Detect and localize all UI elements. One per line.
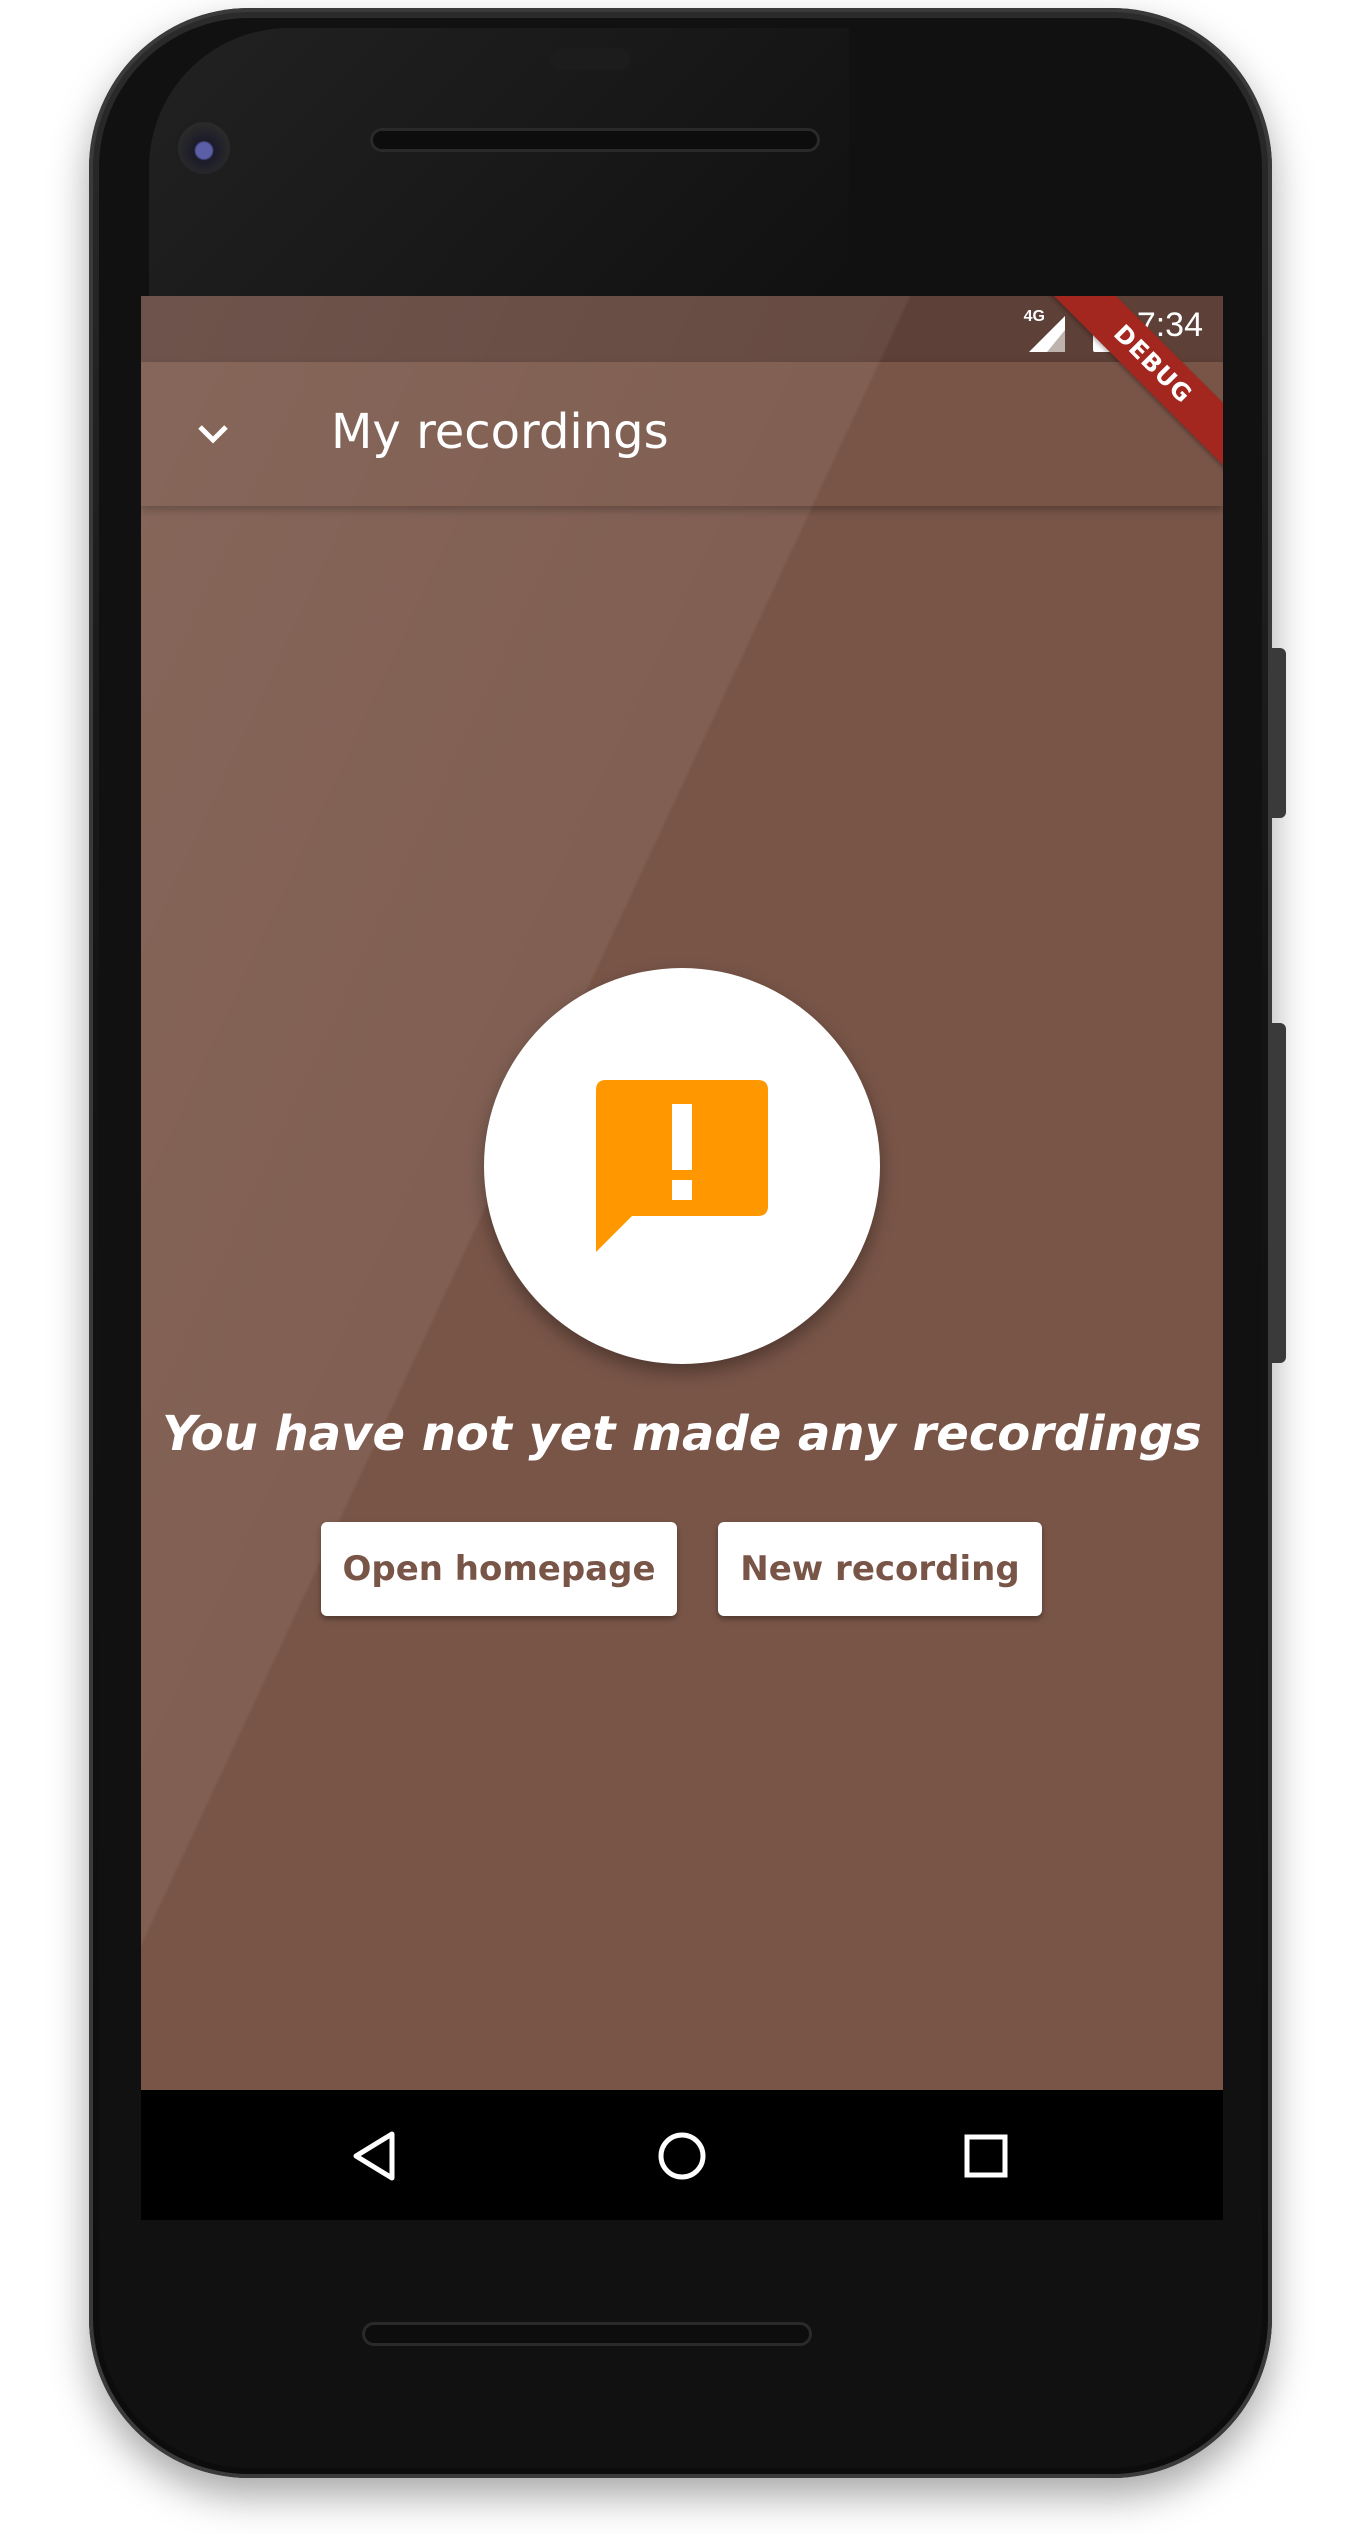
- system-nav-bar: [141, 2090, 1223, 2220]
- volume-button: [1272, 1023, 1286, 1363]
- open-homepage-button[interactable]: Open homepage: [321, 1522, 677, 1616]
- front-camera: [178, 122, 230, 174]
- bottom-speaker: [362, 2322, 812, 2346]
- nav-back-icon: [353, 2131, 395, 2181]
- feedback-alert-icon: [596, 1080, 768, 1252]
- earpiece-speaker: [370, 128, 820, 152]
- app-screen: 4G 7:34 My recordings DEBUG You have not…: [141, 296, 1223, 2090]
- page-title: My recordings: [331, 404, 669, 460]
- nav-home-icon: [658, 2132, 706, 2180]
- nav-back-button[interactable]: [328, 2108, 424, 2204]
- nav-home-button[interactable]: [634, 2108, 730, 2204]
- collapse-button[interactable]: [181, 402, 245, 466]
- signal-icon: [1029, 316, 1065, 352]
- empty-state-badge: [484, 968, 880, 1364]
- new-recording-button[interactable]: New recording: [718, 1522, 1042, 1616]
- nav-recents-button[interactable]: [938, 2108, 1034, 2204]
- proximity-sensor: [550, 48, 630, 70]
- nav-recents-icon: [964, 2134, 1008, 2178]
- app-bar: My recordings: [141, 362, 1223, 506]
- empty-state-message: You have not yet made any recordings: [162, 1406, 1202, 1462]
- chevron-down-icon: [198, 425, 228, 444]
- power-button: [1272, 648, 1286, 818]
- status-bar: 4G 7:34: [141, 296, 1223, 362]
